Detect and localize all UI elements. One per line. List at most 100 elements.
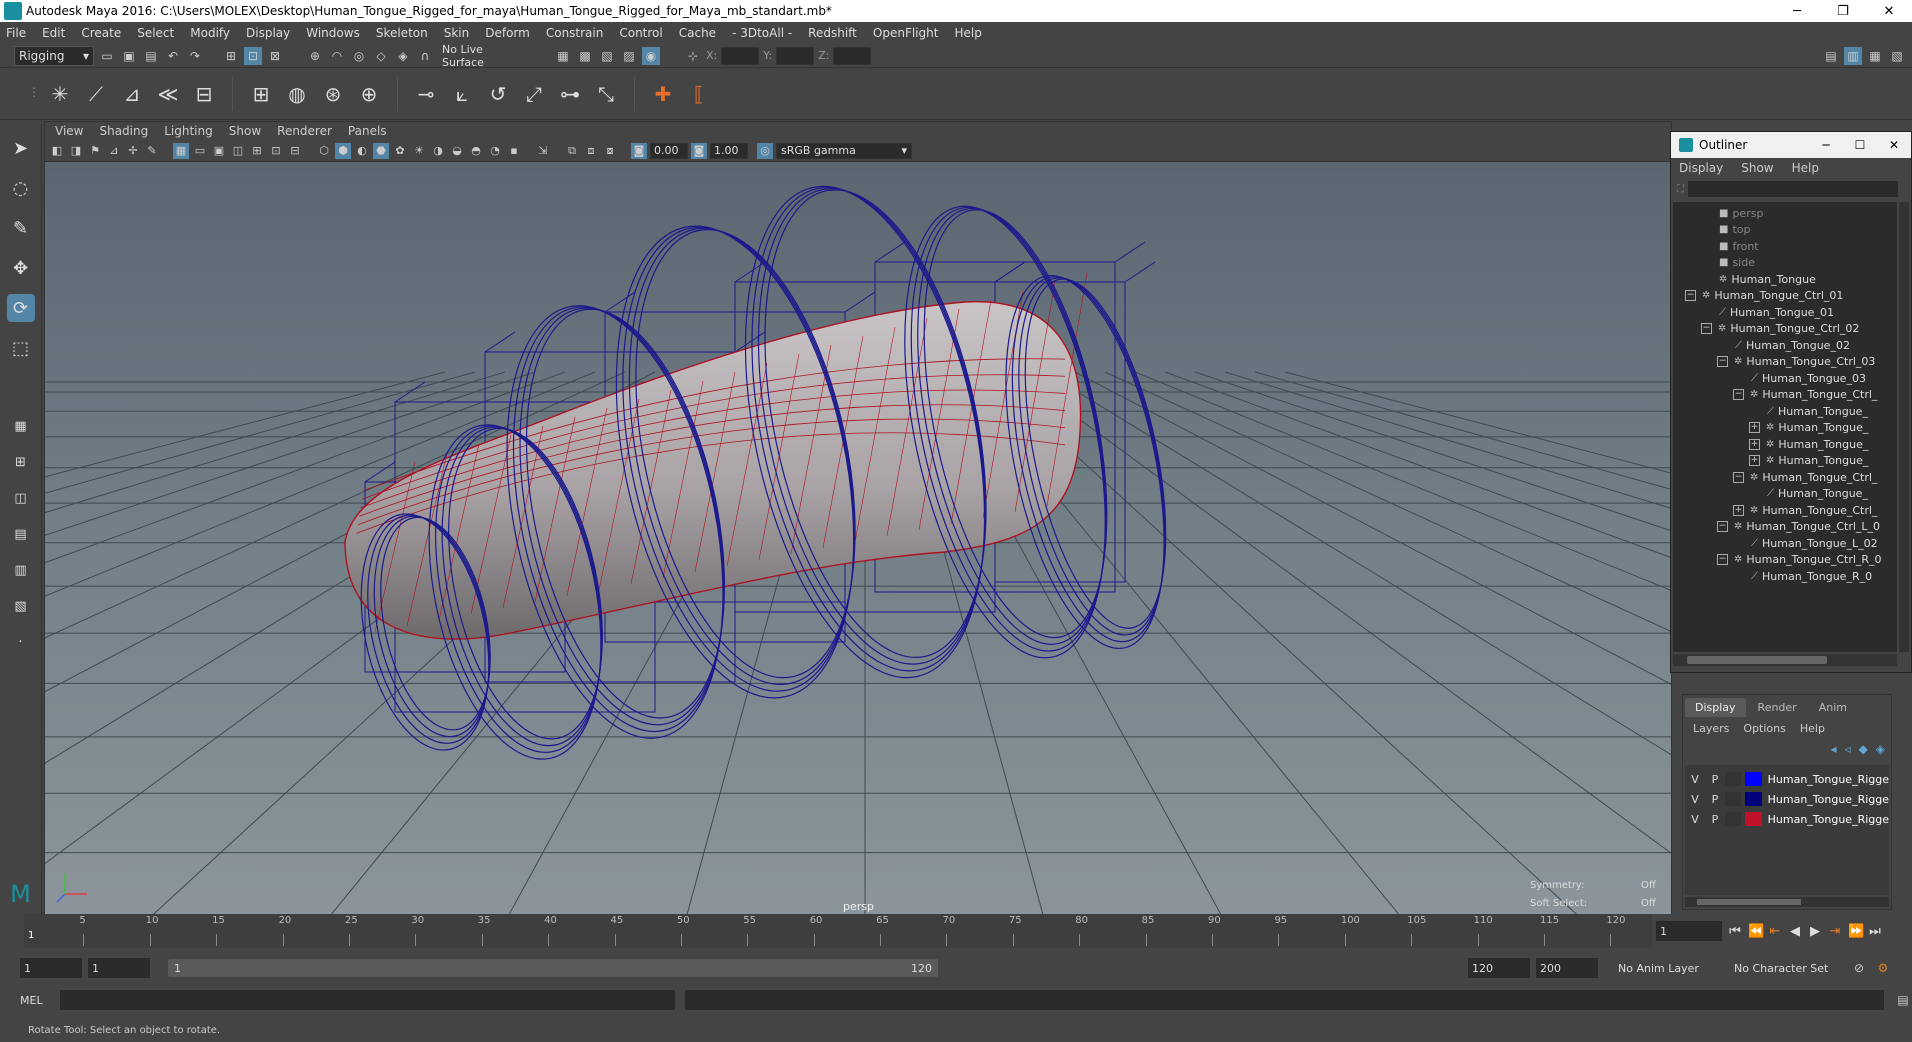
expand-icon[interactable]: + bbox=[1733, 504, 1744, 516]
outliner-item[interactable]: ■ side bbox=[1719, 254, 1755, 272]
outliner-item[interactable]: ■ top bbox=[1719, 221, 1750, 239]
scrollbar-thumb[interactable] bbox=[1697, 899, 1801, 905]
2d-pan-zoom-icon[interactable]: ✢ bbox=[125, 143, 141, 159]
outliner-item[interactable]: + ✲ Human_Tongue_ bbox=[1749, 452, 1868, 470]
ik-handle-icon[interactable]: ⟋ bbox=[82, 78, 110, 110]
animation-end-field[interactable]: 200 bbox=[1536, 958, 1598, 978]
close-button[interactable]: ✕ bbox=[1866, 0, 1912, 22]
paint-select-icon[interactable]: ✎ bbox=[7, 214, 35, 242]
restore-button[interactable]: ❐ bbox=[1820, 0, 1866, 22]
shelf-handle-icon[interactable]: ⋮ bbox=[20, 76, 48, 108]
layer-tab-display[interactable]: Display bbox=[1685, 697, 1746, 717]
gate-mask-icon[interactable]: ◫ bbox=[230, 143, 246, 159]
display-type-toggle[interactable] bbox=[1724, 792, 1742, 806]
isolate-select-icon[interactable]: ⇲ bbox=[535, 143, 551, 159]
playback-toggle[interactable]: P bbox=[1705, 793, 1725, 806]
outliner-search-input[interactable] bbox=[1688, 181, 1898, 197]
collapse-icon[interactable]: − bbox=[1717, 554, 1728, 565]
wireframe-on-shaded-icon[interactable]: ⬣ bbox=[373, 142, 389, 159]
film-gate-icon[interactable]: ▭ bbox=[192, 143, 208, 159]
bookmark-icon[interactable]: ⚑ bbox=[87, 143, 103, 159]
outliner-item[interactable]: ⟋ Human_Tongue_ bbox=[1767, 402, 1868, 420]
scene-view[interactable] bbox=[45, 162, 1671, 914]
hypershade-persp-layout-icon[interactable]: ▧ bbox=[7, 594, 35, 618]
gamma-icon[interactable]: ◙ bbox=[691, 142, 707, 159]
collapse-icon[interactable]: − bbox=[1717, 356, 1728, 367]
pole-vector-icon[interactable]: ⤡ bbox=[592, 78, 620, 110]
expand-icon[interactable]: + bbox=[1749, 455, 1760, 466]
layer-row[interactable]: V P Human_Tongue_Rigge bbox=[1685, 769, 1889, 789]
outliner-item[interactable]: − ✲ Human_Tongue_Ctrl_03 bbox=[1717, 353, 1875, 371]
move-layer-up-icon[interactable]: ◂ bbox=[1830, 742, 1836, 756]
menu-skin[interactable]: Skin bbox=[444, 26, 470, 40]
select-camera-icon[interactable]: ◧ bbox=[49, 143, 65, 159]
menu-modify[interactable]: Modify bbox=[190, 26, 230, 40]
anim-layer-dropdown[interactable]: No Anim Layer bbox=[1618, 962, 1718, 975]
menu-help[interactable]: Help bbox=[954, 26, 981, 40]
motion-blur-icon[interactable]: ◓ bbox=[468, 143, 484, 159]
layer-menu-help[interactable]: Help bbox=[1800, 722, 1825, 735]
layer-menu-options[interactable]: Options bbox=[1743, 722, 1785, 735]
anti-aliasing-icon[interactable]: ◔ bbox=[487, 143, 503, 159]
locator-icon[interactable]: ✚ bbox=[649, 78, 677, 110]
expand-icon[interactable]: + bbox=[1749, 422, 1760, 433]
outliner-item[interactable]: + ✲ Human_Tongue_ bbox=[1749, 419, 1868, 437]
minimize-button[interactable]: ─ bbox=[1809, 138, 1843, 152]
outliner-item[interactable]: − ✲ Human_Tongue_Ctrl_ bbox=[1733, 468, 1877, 486]
interactive-bind-icon[interactable]: ⊛ bbox=[319, 78, 347, 110]
select-object-icon[interactable]: ⊡ bbox=[244, 46, 262, 65]
outliner-item[interactable]: ⟋ Human_Tongue_L_02 bbox=[1751, 534, 1878, 552]
outliner-title-bar[interactable]: Outliner ─ ☐ ✕ bbox=[1671, 132, 1911, 158]
input-mode-icon[interactable]: ⊹ bbox=[684, 47, 702, 65]
playback-end-field[interactable]: 120 bbox=[1468, 958, 1530, 978]
command-input[interactable] bbox=[59, 990, 675, 1010]
outliner-item[interactable]: − ✲ Human_Tongue_Ctrl_01 bbox=[1685, 287, 1843, 305]
step-forward-icon[interactable]: ⏩ bbox=[1848, 924, 1864, 939]
outliner-item[interactable]: ■ persp bbox=[1719, 204, 1763, 222]
panel-menu-panels[interactable]: Panels bbox=[348, 124, 387, 138]
display-type-toggle[interactable] bbox=[1724, 772, 1742, 786]
script-editor-icon[interactable]: ▤ bbox=[1894, 991, 1912, 1009]
range-bar[interactable]: 1 120 bbox=[168, 959, 938, 977]
orient-constraint-icon[interactable]: ⟀ bbox=[448, 78, 476, 110]
redo-icon[interactable]: ↷ bbox=[186, 47, 204, 65]
save-scene-icon[interactable]: ▤ bbox=[142, 47, 160, 65]
magnet-icon[interactable]: ∩ bbox=[416, 47, 434, 65]
layer-color-swatch[interactable] bbox=[1745, 812, 1762, 826]
play-forward-icon[interactable]: ▶ bbox=[1808, 924, 1822, 939]
menu-display[interactable]: Display bbox=[246, 26, 290, 40]
new-layer-selected-icon[interactable]: ◈ bbox=[1876, 742, 1885, 756]
color-management-icon[interactable]: ◎ bbox=[757, 142, 773, 159]
outliner-item[interactable]: ⟋ Human_Tongue_01 bbox=[1719, 303, 1834, 321]
attribute-editor-icon[interactable]: ▥ bbox=[1844, 46, 1862, 65]
collapse-icon[interactable]: − bbox=[1685, 290, 1696, 301]
outliner-horizontal-scrollbar[interactable] bbox=[1673, 654, 1897, 666]
outliner-item[interactable]: + ✲ Human_Tongue_Ctrl_ bbox=[1733, 501, 1877, 519]
layer-row[interactable]: V P Human_Tongue_Rigge bbox=[1685, 789, 1889, 809]
rotate-tool-icon[interactable]: ⟳ bbox=[6, 294, 35, 322]
graph-persp-layout-icon[interactable]: ▥ bbox=[7, 558, 35, 582]
lasso-tool-icon[interactable]: ◌ bbox=[7, 174, 35, 202]
playback-toggle[interactable]: P bbox=[1705, 813, 1725, 826]
cluster-icon[interactable]: ⟦ bbox=[685, 78, 713, 110]
undo-icon[interactable]: ↶ bbox=[164, 47, 182, 65]
ipr-render-icon[interactable]: ▧ bbox=[598, 47, 616, 65]
tool-settings-icon[interactable]: ▦ bbox=[1866, 47, 1884, 65]
expand-icon[interactable]: + bbox=[1749, 438, 1760, 450]
playback-start-field[interactable]: 1 bbox=[88, 958, 150, 978]
modeling-toolkit-icon[interactable]: ▤ bbox=[1822, 47, 1840, 65]
select-component-icon[interactable]: ⊠ bbox=[266, 47, 284, 65]
scale-constraint-icon[interactable]: ⤢ bbox=[520, 78, 548, 110]
play-backward-icon[interactable]: ◀ bbox=[1788, 924, 1802, 939]
outliner-menu-show[interactable]: Show bbox=[1741, 161, 1773, 175]
new-empty-layer-icon[interactable]: ◆ bbox=[1859, 742, 1868, 756]
outliner-item[interactable]: − ✲ Human_Tongue_Ctrl_R_0 bbox=[1717, 551, 1882, 569]
step-forward-key-icon[interactable]: ⇥ bbox=[1828, 924, 1842, 939]
menuset-dropdown[interactable]: Rigging ▾ bbox=[14, 45, 94, 66]
wireframe-icon[interactable]: ⬡ bbox=[316, 143, 332, 159]
menu-cache[interactable]: Cache bbox=[679, 26, 716, 40]
character-set-dropdown[interactable]: No Character Set bbox=[1734, 962, 1844, 975]
collapse-icon[interactable]: − bbox=[1733, 389, 1744, 400]
insert-joint-icon[interactable]: ≪ bbox=[154, 78, 182, 110]
snap-curve-icon[interactable]: ◠ bbox=[328, 47, 346, 65]
